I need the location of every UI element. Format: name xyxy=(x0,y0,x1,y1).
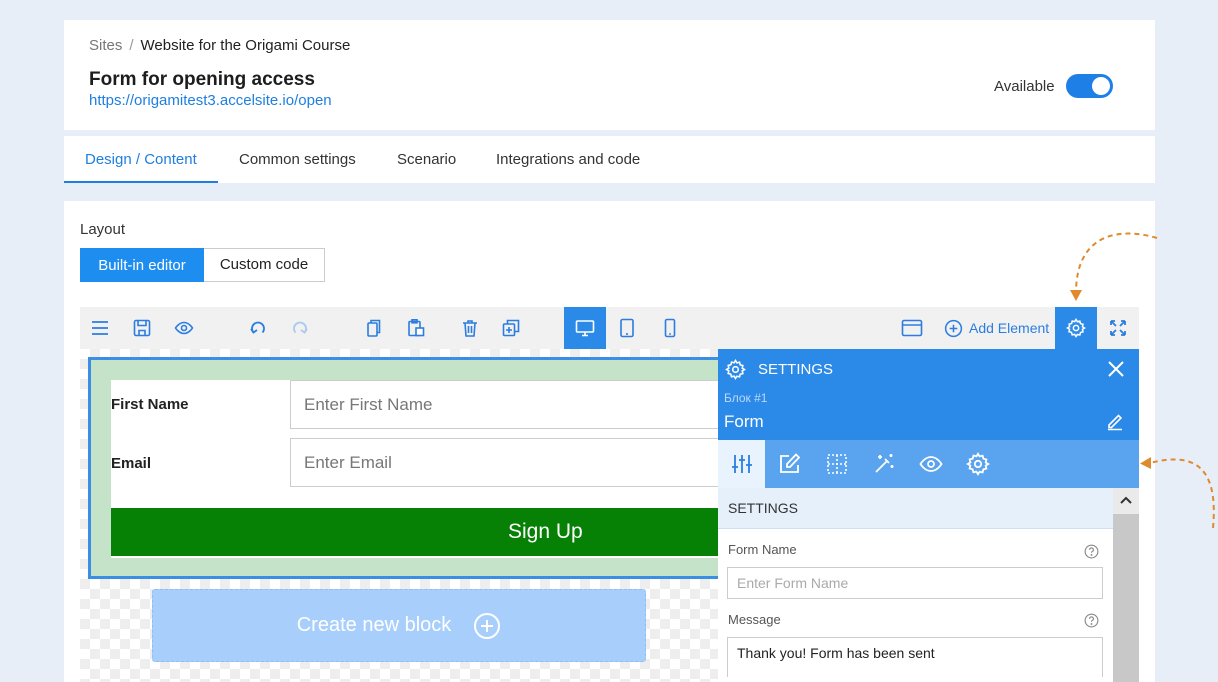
duplicate-icon[interactable] xyxy=(501,318,521,338)
gear-icon[interactable] xyxy=(966,452,990,476)
plus-circle-icon xyxy=(473,612,501,640)
gear-icon xyxy=(725,359,746,380)
page-url-link[interactable]: https://origamitest3.accelsite.io/open xyxy=(89,92,332,109)
available-label: Available xyxy=(994,78,1055,95)
mobile-icon[interactable] xyxy=(660,318,680,338)
redo-icon[interactable] xyxy=(290,318,310,338)
breadcrumb-current: Website for the Origami Course xyxy=(140,37,351,54)
tab-integrations[interactable]: Integrations and code xyxy=(496,136,640,183)
sign-up-button[interactable]: Sign Up xyxy=(111,508,720,556)
add-element-button[interactable]: Add Element xyxy=(944,318,1049,338)
help-icon[interactable] xyxy=(1084,613,1099,628)
block-name: Form xyxy=(724,412,764,431)
email-input[interactable]: Enter Email xyxy=(290,438,720,487)
custom-code-button[interactable]: Custom code xyxy=(204,248,325,282)
copy-icon[interactable] xyxy=(364,318,384,338)
form-name-input[interactable]: Enter Form Name xyxy=(727,567,1103,599)
undo-icon[interactable] xyxy=(248,318,268,338)
settings-section-title: SETTINGS xyxy=(718,488,1113,529)
edit-icon[interactable] xyxy=(778,452,802,476)
help-icon[interactable] xyxy=(1084,544,1099,559)
main-panel: Layout Built-in editor Custom code Add E… xyxy=(64,201,1155,682)
breadcrumb-root[interactable]: Sites xyxy=(89,37,122,54)
email-label: Email xyxy=(111,455,152,472)
builtin-editor-button[interactable]: Built-in editor xyxy=(80,248,204,282)
tabs-bar: Design / Content Common settings Scenari… xyxy=(64,136,1155,183)
settings-title: SETTINGS xyxy=(758,361,834,378)
save-icon[interactable] xyxy=(132,318,152,338)
available-toggle[interactable] xyxy=(1066,74,1113,98)
menu-icon[interactable] xyxy=(90,318,110,338)
create-new-block-label: Create new block xyxy=(296,614,452,636)
message-label: Message xyxy=(728,612,781,627)
page-title: Form for opening access xyxy=(89,69,315,90)
tab-common-settings[interactable]: Common settings xyxy=(239,136,356,183)
magic-wand-icon[interactable] xyxy=(872,452,896,476)
layout-label: Layout xyxy=(80,221,126,238)
form-name-label: Form Name xyxy=(728,542,797,557)
editor-canvas[interactable]: First Name Enter First Name Email Enter … xyxy=(80,349,720,682)
paste-icon[interactable] xyxy=(406,318,426,338)
grid-icon[interactable] xyxy=(825,452,849,476)
message-input[interactable]: Thank you! Form has been sent xyxy=(727,637,1103,677)
desktop-icon xyxy=(575,318,595,338)
breadcrumb-separator: / xyxy=(129,37,134,54)
editor-toolbar: Add Element xyxy=(80,307,1139,349)
annotation-arrows xyxy=(1070,232,1215,529)
eye-icon[interactable] xyxy=(919,452,943,476)
tab-design-content[interactable]: Design / Content xyxy=(64,136,218,183)
tab-scenario[interactable]: Scenario xyxy=(397,136,456,183)
window-icon[interactable] xyxy=(901,318,923,338)
sliders-icon[interactable] xyxy=(730,452,754,476)
plus-circle-icon xyxy=(944,319,963,338)
first-name-label: First Name xyxy=(111,396,189,413)
add-element-label: Add Element xyxy=(969,320,1050,336)
form-container: First Name Enter First Name Email Enter … xyxy=(111,380,720,558)
form-block[interactable]: First Name Enter First Name Email Enter … xyxy=(88,357,720,579)
create-new-block-button[interactable]: Create new block xyxy=(152,589,646,662)
delete-icon[interactable] xyxy=(460,318,480,338)
toggle-knob xyxy=(1092,77,1110,95)
tablet-icon[interactable] xyxy=(617,318,637,338)
first-name-input[interactable]: Enter First Name xyxy=(290,380,720,429)
block-number: Блок #1 xyxy=(724,391,768,405)
breadcrumb: Sites / Website for the Origami Course xyxy=(89,37,350,54)
desktop-view-button[interactable] xyxy=(564,307,606,349)
header-card: Sites / Website for the Origami Course For… xyxy=(64,20,1155,130)
preview-icon[interactable] xyxy=(174,318,194,338)
